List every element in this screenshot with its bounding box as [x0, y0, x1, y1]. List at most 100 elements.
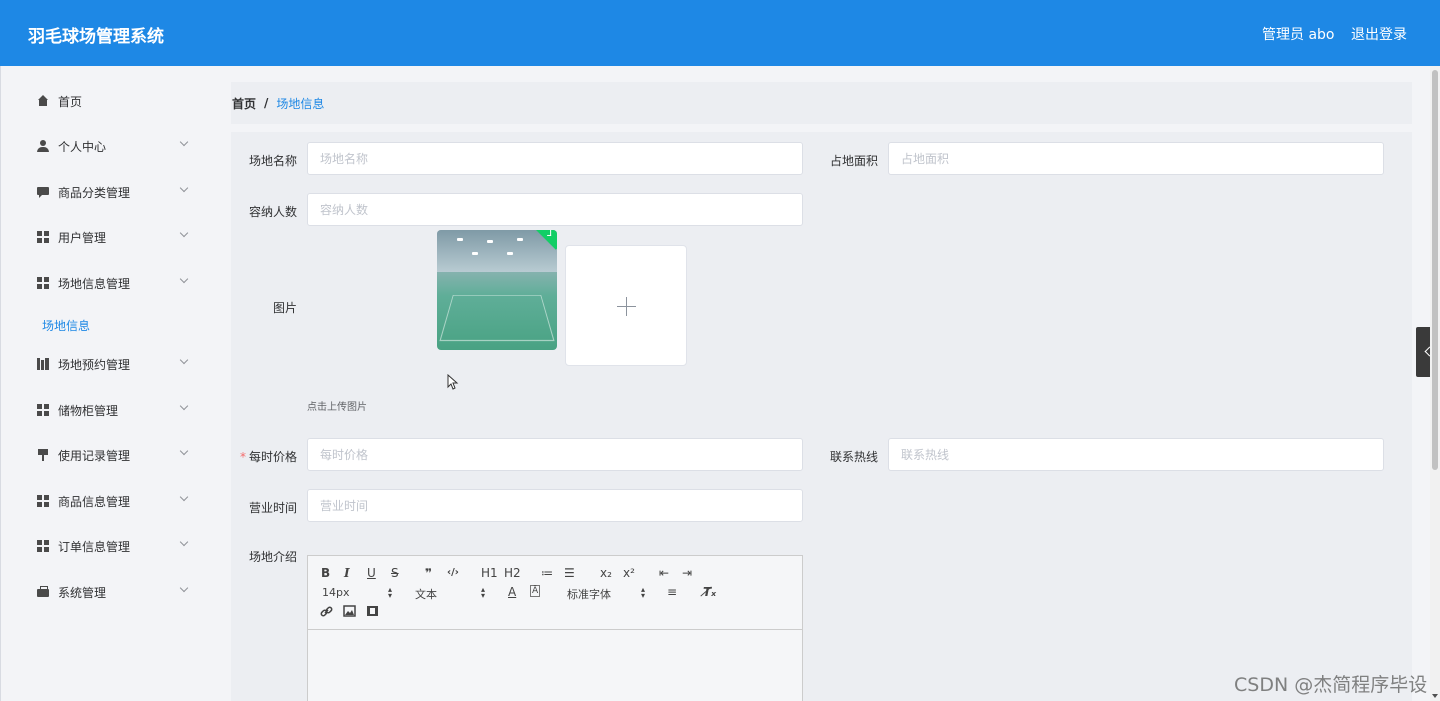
grid-icon: [37, 495, 49, 507]
sidebar-item-label: 场地信息管理: [58, 276, 131, 291]
area-label: 占地面积: [829, 154, 878, 168]
breadcrumb-current: 场地信息: [276, 96, 325, 111]
image-label: 图片: [272, 301, 297, 315]
page-scrollbar[interactable]: [1430, 66, 1440, 701]
editor-content-area[interactable]: [308, 630, 802, 701]
code-block-button[interactable]: ‹/›: [447, 566, 459, 580]
area-input[interactable]: [888, 142, 1384, 175]
briefcase-icon: [37, 586, 49, 598]
chevron-down-icon: [179, 274, 189, 284]
scrollbar-thumb[interactable]: [1432, 70, 1438, 470]
clear-format-button[interactable]: T̸ₓ: [703, 585, 716, 599]
chevron-down-icon: [179, 492, 189, 502]
sidebar-item-label: 用户管理: [58, 230, 107, 245]
chevron-down-icon: [179, 183, 189, 193]
capacity-input[interactable]: [307, 193, 803, 226]
superscript-button[interactable]: x²: [623, 566, 635, 580]
venue-name-input[interactable]: [307, 142, 803, 175]
chevron-down-icon: [179, 355, 189, 365]
bullet-list-button[interactable]: ☰: [564, 566, 575, 580]
sidebar: 首页 个人中心 商品分类管理 用户管理 场地信息管理 场地信息 场地预约管理 储…: [0, 66, 215, 701]
font-family-value: 标准字体: [567, 588, 611, 601]
sidebar-item-booking-mgmt[interactable]: 场地预约管理: [37, 354, 189, 374]
video-insert-button[interactable]: [366, 605, 379, 620]
grid-icon: [37, 231, 49, 243]
chevron-down-icon: [179, 401, 189, 411]
sidebar-item-locker-mgmt[interactable]: 储物柜管理: [37, 400, 189, 420]
strikethrough-button[interactable]: S: [391, 566, 399, 580]
grid-icon: [37, 404, 49, 416]
image-light: [457, 238, 463, 241]
chevron-down-icon: [179, 228, 189, 238]
font-family-select[interactable]: 标准字体 ▴ ▾: [567, 586, 645, 602]
font-size-select[interactable]: 14px ▴ ▾: [322, 586, 392, 600]
bold-button[interactable]: B: [321, 566, 330, 580]
image-light: [507, 252, 513, 255]
sidebar-item-label: 商品分类管理: [58, 185, 131, 200]
sidebar-item-category-mgmt[interactable]: 商品分类管理: [37, 182, 189, 202]
sidebar-item-label: 个人中心: [58, 139, 107, 154]
sidebar-item-label: 使用记录管理: [58, 448, 131, 463]
editor-toolbar: B I U S ❞ ‹/› H1 H2 ≔ ☰ x₂ x² ⇤ ⇥ 14px ▴…: [308, 556, 802, 630]
sidebar-item-label: 商品信息管理: [58, 494, 131, 509]
sidebar-item-user-mgmt[interactable]: 用户管理: [37, 227, 189, 247]
hours-label: 营业时间: [248, 501, 297, 515]
breadcrumb-home[interactable]: 首页: [232, 95, 256, 112]
select-arrows-icon: ▴ ▾: [480, 585, 485, 600]
text-style-select[interactable]: 文本 ▴ ▾: [415, 586, 485, 602]
scroll-down-icon[interactable]: [1432, 694, 1438, 698]
rich-text-editor: B I U S ❞ ‹/› H1 H2 ≔ ☰ x₂ x² ⇤ ⇥ 14px ▴…: [307, 555, 803, 701]
breadcrumb: 首页 / 场地信息: [231, 82, 1412, 124]
italic-button[interactable]: I: [344, 566, 350, 580]
plus-icon: [626, 297, 627, 316]
font-color-button[interactable]: A: [508, 585, 516, 599]
sidebar-item-order-mgmt[interactable]: 订单信息管理: [37, 536, 189, 556]
link-button[interactable]: [320, 605, 333, 621]
sidebar-item-label: 储物柜管理: [58, 403, 119, 418]
underline-button[interactable]: U: [367, 566, 376, 580]
outdent-button[interactable]: ⇤: [659, 566, 669, 580]
app-title: 羽毛球场管理系统: [28, 27, 164, 47]
intro-label: 场地介绍: [248, 550, 297, 564]
price-label-text: 每时价格: [248, 450, 297, 464]
indent-button[interactable]: ⇥: [682, 566, 692, 580]
image-upload-button[interactable]: [565, 245, 687, 366]
top-header: 羽毛球场管理系统 管理员 abo 退出登录: [0, 0, 1440, 66]
price-input[interactable]: [307, 438, 803, 471]
required-mark: *: [239, 450, 246, 464]
sidebar-item-personal-center[interactable]: 个人中心: [37, 136, 189, 156]
select-arrows-icon: ▴ ▾: [640, 585, 645, 600]
chat-icon: [37, 186, 49, 198]
sidebar-item-home[interactable]: 首页: [37, 91, 187, 111]
user-icon: [37, 140, 49, 152]
sidebar-item-system-mgmt[interactable]: 系统管理: [37, 582, 189, 602]
header2-button[interactable]: H2: [504, 566, 521, 580]
venue-form: 场地名称 占地面积 容纳人数 图片 点击上传图片 *每时价格 联系热线 营业时间…: [231, 132, 1412, 701]
image-light: [487, 240, 493, 243]
watermark: CSDN @杰简程序毕设: [1234, 674, 1428, 696]
header1-button[interactable]: H1: [481, 566, 498, 580]
sidebar-subitem-venue-info[interactable]: 场地信息: [42, 317, 90, 334]
price-label: * 每时价格: [217, 448, 297, 465]
image-insert-button[interactable]: [343, 605, 356, 620]
sidebar-item-usage-record-mgmt[interactable]: 使用记录管理: [37, 445, 189, 465]
sidebar-item-venue-mgmt[interactable]: 场地信息管理: [37, 273, 189, 293]
background-color-button[interactable]: Ā: [530, 585, 541, 597]
chevron-down-icon: [179, 137, 189, 147]
align-button[interactable]: ≡: [667, 585, 677, 599]
subscript-button[interactable]: x₂: [600, 566, 612, 580]
logout-button[interactable]: 退出登录: [1351, 24, 1407, 44]
image-ceiling: [437, 230, 557, 272]
image-light: [517, 238, 523, 241]
ordered-list-button[interactable]: ≔: [541, 566, 553, 580]
blockquote-button[interactable]: ❞: [425, 566, 432, 580]
sidebar-item-label: 系统管理: [58, 585, 107, 600]
hotline-input[interactable]: [888, 438, 1384, 471]
uploaded-venue-image[interactable]: [437, 230, 557, 350]
hours-input[interactable]: [307, 489, 803, 522]
sidebar-item-label: 首页: [58, 94, 83, 109]
sidebar-item-label: 订单信息管理: [58, 539, 131, 554]
sidebar-item-product-mgmt[interactable]: 商品信息管理: [37, 491, 189, 511]
sidebar-item-label: 场地预约管理: [58, 357, 131, 372]
image-light: [472, 252, 478, 255]
